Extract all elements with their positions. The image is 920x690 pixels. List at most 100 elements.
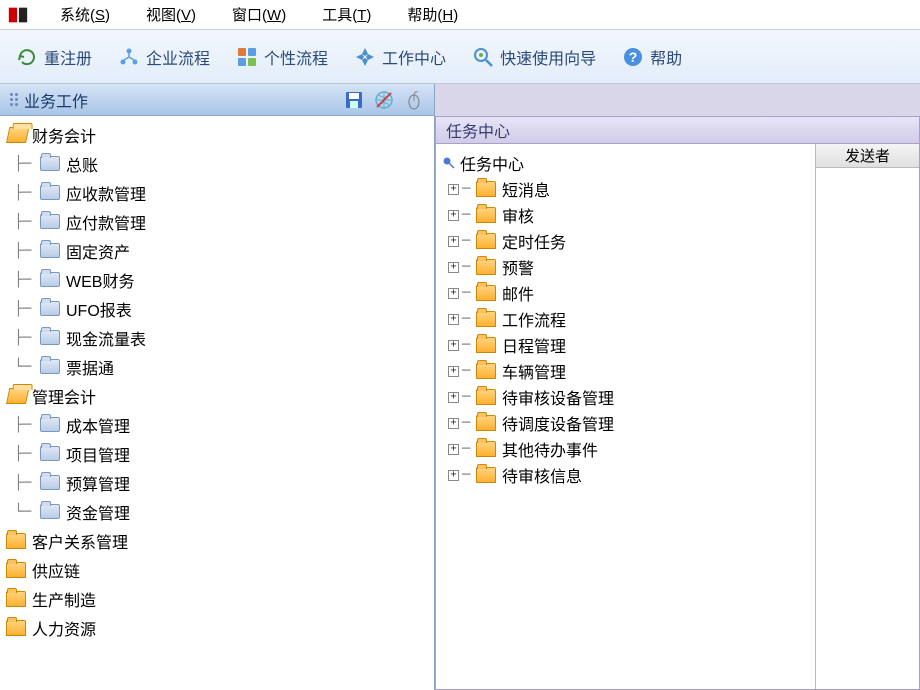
expand-plus-icon[interactable]: + bbox=[448, 340, 459, 351]
folder-blue-icon bbox=[40, 475, 60, 490]
folder-closed-icon bbox=[476, 389, 496, 405]
tree-item[interactable]: ├─预算管理 bbox=[0, 468, 434, 497]
svg-text:?: ? bbox=[629, 49, 638, 65]
tree-item[interactable]: ├─总账 bbox=[0, 149, 434, 178]
org-icon bbox=[118, 46, 140, 68]
expand-plus-icon[interactable]: + bbox=[448, 392, 459, 403]
main-area: 业务工作 财务会计 ├─总账 ├─应收款管理 ├─应付款管理 ├─固定资产 ├─… bbox=[0, 84, 920, 690]
expand-plus-icon[interactable]: + bbox=[448, 366, 459, 377]
folder-closed-icon bbox=[476, 441, 496, 457]
expand-plus-icon[interactable]: + bbox=[448, 288, 459, 299]
expand-plus-icon[interactable]: + bbox=[448, 418, 459, 429]
task-item[interactable]: +─待调度设备管理 bbox=[442, 410, 809, 436]
help-icon: ? bbox=[622, 46, 644, 68]
tree-item[interactable]: └─资金管理 bbox=[0, 497, 434, 526]
right-panel: 任务中心 任务中心 +─短消息+─审核+─定时任务+─预警+─邮件+─工作流程+… bbox=[435, 84, 920, 690]
folder-blue-icon bbox=[40, 272, 60, 287]
expand-plus-icon[interactable]: + bbox=[448, 444, 459, 455]
tree-item[interactable]: ├─现金流量表 bbox=[0, 323, 434, 352]
folder-closed-icon bbox=[476, 285, 496, 301]
expand-plus-icon[interactable]: + bbox=[448, 470, 459, 481]
tree-category[interactable]: 生产制造 bbox=[0, 584, 434, 613]
grip-icon bbox=[10, 93, 18, 106]
save-icon[interactable] bbox=[344, 90, 364, 110]
custom-icon bbox=[236, 46, 258, 68]
tree-item[interactable]: ├─应收款管理 bbox=[0, 178, 434, 207]
task-center-title: 任务中心 bbox=[446, 118, 510, 142]
expand-plus-icon[interactable]: + bbox=[448, 184, 459, 195]
tree-line-icon: └─ bbox=[6, 504, 40, 520]
folder-blue-icon bbox=[40, 185, 60, 200]
tree-line-icon: ├─ bbox=[6, 272, 40, 288]
tree-category[interactable]: 客户关系管理 bbox=[0, 526, 434, 555]
folder-closed-icon bbox=[476, 467, 496, 483]
task-item[interactable]: +─其他待办事件 bbox=[442, 436, 809, 462]
expand-plus-icon[interactable]: + bbox=[448, 314, 459, 325]
tree-item[interactable]: ├─应付款管理 bbox=[0, 207, 434, 236]
tree-item[interactable]: └─票据通 bbox=[0, 352, 434, 381]
task-item[interactable]: +─定时任务 bbox=[442, 228, 809, 254]
expand-plus-icon[interactable]: + bbox=[448, 236, 459, 247]
toolbar-wizard-button[interactable]: 快速使用向导 bbox=[466, 41, 602, 73]
tree-item[interactable]: ├─项目管理 bbox=[0, 439, 434, 468]
task-item[interactable]: +─审核 bbox=[442, 202, 809, 228]
tree-category[interactable]: 管理会计 bbox=[0, 381, 434, 410]
menu-w[interactable]: 窗口(W) bbox=[214, 4, 304, 25]
task-root-label: 任务中心 bbox=[460, 151, 524, 175]
menu-t[interactable]: 工具(T) bbox=[304, 4, 389, 25]
toolbar-custom-button[interactable]: 个性流程 bbox=[230, 41, 334, 73]
sender-column-header[interactable]: 发送者 bbox=[816, 144, 919, 168]
tree-item[interactable]: ├─成本管理 bbox=[0, 410, 434, 439]
folder-closed-icon bbox=[476, 207, 496, 223]
expand-plus-icon[interactable]: + bbox=[448, 262, 459, 273]
task-center-header: 任务中心 bbox=[435, 116, 920, 144]
tree-item[interactable]: ├─固定资产 bbox=[0, 236, 434, 265]
left-panel-header: 业务工作 bbox=[0, 84, 434, 116]
task-root-node[interactable]: 任务中心 bbox=[442, 150, 809, 176]
menu-s[interactable]: 系统(S) bbox=[42, 4, 128, 25]
tree-line-icon: ├─ bbox=[6, 214, 40, 230]
folder-closed-icon bbox=[476, 337, 496, 353]
toolbar: 重注册企业流程个性流程工作中心快速使用向导 ?帮助 bbox=[0, 30, 920, 84]
task-item[interactable]: +─预警 bbox=[442, 254, 809, 280]
task-item[interactable]: +─日程管理 bbox=[442, 332, 809, 358]
folder-blue-icon bbox=[40, 243, 60, 258]
folder-blue-icon bbox=[40, 156, 60, 171]
expand-plus-icon[interactable]: + bbox=[448, 210, 459, 221]
task-item[interactable]: +─邮件 bbox=[442, 280, 809, 306]
folder-closed-icon bbox=[476, 259, 496, 275]
tree-item[interactable]: ├─WEB财务 bbox=[0, 265, 434, 294]
toolbar-refresh-button[interactable]: 重注册 bbox=[10, 41, 98, 73]
task-item[interactable]: +─待审核信息 bbox=[442, 462, 809, 488]
left-panel-title: 业务工作 bbox=[24, 88, 88, 112]
folder-blue-icon bbox=[40, 417, 60, 432]
toolbar-compass-button[interactable]: 工作中心 bbox=[348, 41, 452, 73]
task-item[interactable]: +─工作流程 bbox=[442, 306, 809, 332]
menu-v[interactable]: 视图(V) bbox=[128, 4, 214, 25]
folder-closed-icon bbox=[476, 181, 496, 197]
refresh-icon bbox=[16, 46, 38, 68]
folder-open-icon bbox=[6, 388, 29, 404]
tree-line-icon: ├─ bbox=[6, 330, 40, 346]
menu-bar: 系统(S)视图(V)窗口(W)工具(T)帮助(H) bbox=[0, 0, 920, 30]
tree-line-icon: ├─ bbox=[6, 475, 40, 491]
toolbar-help-button[interactable]: ?帮助 bbox=[616, 41, 688, 73]
mouse-icon[interactable] bbox=[404, 90, 424, 110]
task-item[interactable]: +─车辆管理 bbox=[442, 358, 809, 384]
pin-icon bbox=[442, 156, 456, 170]
tree-category[interactable]: 人力资源 bbox=[0, 613, 434, 642]
folder-blue-icon bbox=[40, 504, 60, 519]
task-item[interactable]: +─短消息 bbox=[442, 176, 809, 202]
tree-category[interactable]: 财务会计 bbox=[0, 120, 434, 149]
folder-closed-icon bbox=[476, 311, 496, 327]
task-item[interactable]: +─待审核设备管理 bbox=[442, 384, 809, 410]
menu-h[interactable]: 帮助(H) bbox=[389, 4, 476, 25]
folder-closed-icon bbox=[6, 591, 26, 607]
folder-blue-icon bbox=[40, 330, 60, 345]
app-logo-icon bbox=[6, 3, 30, 27]
business-tree: 财务会计 ├─总账 ├─应收款管理 ├─应付款管理 ├─固定资产 ├─WEB财务… bbox=[0, 116, 434, 690]
globe-disabled-icon[interactable] bbox=[374, 90, 394, 110]
toolbar-org-button[interactable]: 企业流程 bbox=[112, 41, 216, 73]
tree-category[interactable]: 供应链 bbox=[0, 555, 434, 584]
tree-item[interactable]: ├─UFO报表 bbox=[0, 294, 434, 323]
